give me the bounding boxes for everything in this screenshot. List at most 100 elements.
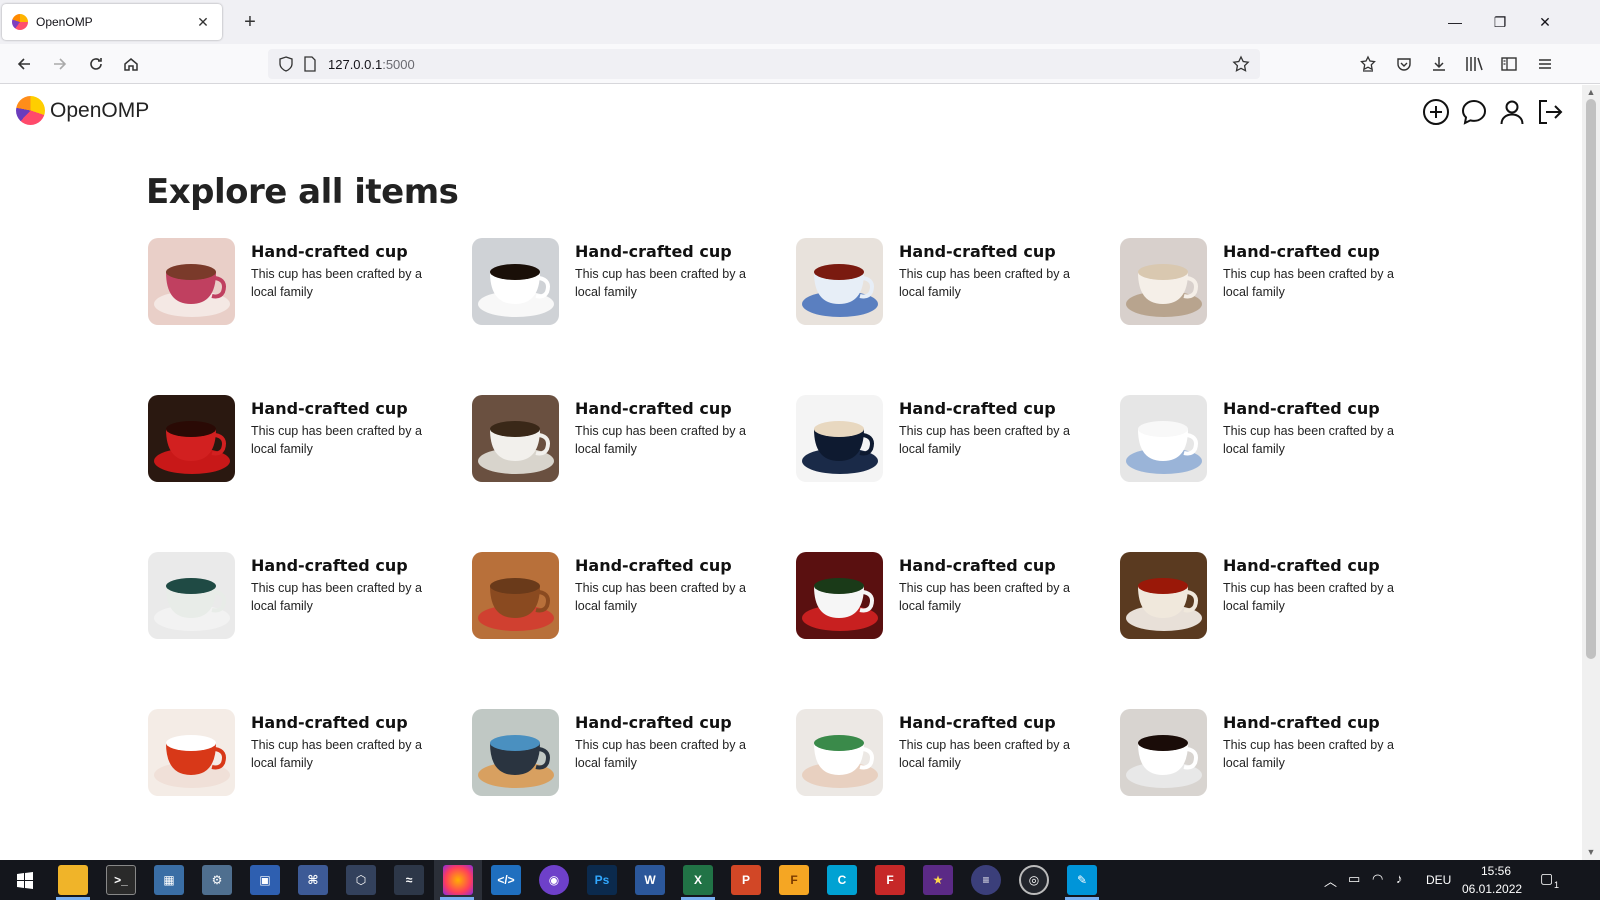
item-title[interactable]: Hand-crafted cup	[1223, 713, 1380, 732]
item-title[interactable]: Hand-crafted cup	[1223, 556, 1380, 575]
item-card[interactable]: Hand-crafted cup This cup has been crafte…	[796, 395, 1096, 485]
eclipse-icon[interactable]: ≡	[971, 865, 1001, 895]
language-indicator[interactable]: DEU	[1426, 873, 1451, 887]
star-app-icon[interactable]: ★	[923, 865, 953, 895]
item-image[interactable]	[796, 709, 883, 796]
item-image[interactable]	[1120, 552, 1207, 639]
minimize-icon[interactable]: —	[1435, 8, 1475, 36]
user-icon[interactable]	[1497, 97, 1527, 127]
tray-expand-icon[interactable]: ︿	[1324, 871, 1337, 890]
item-image[interactable]	[148, 395, 235, 482]
sidebar-icon[interactable]	[1495, 50, 1523, 78]
vscode-icon[interactable]: </>	[491, 865, 521, 895]
foxit-icon[interactable]: F	[875, 865, 905, 895]
item-image[interactable]	[796, 238, 883, 325]
chat-bubble-icon[interactable]	[1459, 97, 1489, 127]
item-image[interactable]	[472, 552, 559, 639]
restore-icon[interactable]: ❐	[1480, 8, 1520, 36]
file-explorer-icon[interactable]	[58, 865, 88, 895]
item-title[interactable]: Hand-crafted cup	[899, 399, 1056, 418]
home-icon[interactable]	[117, 50, 145, 78]
item-image[interactable]	[472, 238, 559, 325]
item-image[interactable]	[1120, 238, 1207, 325]
powerpoint-icon[interactable]: P	[731, 865, 761, 895]
item-card[interactable]: Hand-crafted cup This cup has been crafte…	[472, 552, 772, 642]
scrollbar[interactable]: ▲ ▼	[1582, 85, 1600, 860]
item-image[interactable]	[148, 709, 235, 796]
menu-icon[interactable]	[1531, 50, 1559, 78]
item-card[interactable]: Hand-crafted cup This cup has been crafte…	[148, 552, 448, 642]
item-image[interactable]	[1120, 709, 1207, 796]
item-card[interactable]: Hand-crafted cup This cup has been crafte…	[472, 238, 772, 328]
item-card[interactable]: Hand-crafted cup This cup has been crafte…	[796, 552, 1096, 642]
item-image[interactable]	[472, 395, 559, 482]
item-title[interactable]: Hand-crafted cup	[899, 713, 1056, 732]
wifi-icon[interactable]: ◠	[1372, 871, 1383, 887]
item-card[interactable]: Hand-crafted cup This cup has been crafte…	[796, 238, 1096, 328]
item-card[interactable]: Hand-crafted cup This cup has been crafte…	[796, 709, 1096, 799]
remote-desktop-icon[interactable]: ▣	[250, 865, 280, 895]
clock-time[interactable]: 15:56	[1481, 864, 1511, 878]
browser-tab[interactable]: OpenOMP ✕	[2, 4, 222, 40]
terminal-icon[interactable]: >_	[106, 865, 136, 895]
item-card[interactable]: Hand-crafted cup This cup has been crafte…	[472, 395, 772, 485]
item-card[interactable]: Hand-crafted cup This cup has been crafte…	[1120, 552, 1420, 642]
item-title[interactable]: Hand-crafted cup	[251, 242, 408, 261]
photoshop-icon[interactable]: Ps	[587, 865, 617, 895]
item-card[interactable]: Hand-crafted cup This cup has been crafte…	[1120, 238, 1420, 328]
forward-icon[interactable]	[46, 50, 74, 78]
obs-icon[interactable]: ◎	[1019, 865, 1049, 895]
battery-icon[interactable]: ▭	[1348, 871, 1360, 887]
item-image[interactable]	[796, 552, 883, 639]
excel-icon[interactable]: X	[683, 865, 713, 895]
item-title[interactable]: Hand-crafted cup	[1223, 399, 1380, 418]
item-title[interactable]: Hand-crafted cup	[575, 556, 732, 575]
clock-date[interactable]: 06.01.2022	[1462, 882, 1522, 896]
item-title[interactable]: Hand-crafted cup	[575, 242, 732, 261]
bookmark-star-icon[interactable]	[1232, 55, 1250, 78]
ccleaner-icon[interactable]: C	[827, 865, 857, 895]
item-title[interactable]: Hand-crafted cup	[575, 713, 732, 732]
item-card[interactable]: Hand-crafted cup This cup has been crafte…	[148, 238, 448, 328]
brand-logo[interactable]: OpenOMP	[16, 96, 149, 125]
scroll-thumb[interactable]	[1586, 99, 1596, 659]
close-tab-icon[interactable]: ✕	[194, 14, 212, 31]
new-tab-button[interactable]: +	[236, 8, 264, 36]
item-title[interactable]: Hand-crafted cup	[251, 556, 408, 575]
shield-icon[interactable]	[278, 56, 294, 77]
network-icon[interactable]: ⌘	[298, 865, 328, 895]
reload-icon[interactable]	[82, 50, 110, 78]
wireshark-icon[interactable]: ≈	[394, 865, 424, 895]
paint-icon[interactable]: ✎	[1067, 865, 1097, 895]
item-title[interactable]: Hand-crafted cup	[1223, 242, 1380, 261]
synced-star-icon[interactable]	[1354, 50, 1382, 78]
item-image[interactable]	[796, 395, 883, 482]
page-icon[interactable]	[303, 56, 317, 77]
pocket-icon[interactable]	[1390, 50, 1418, 78]
github-desktop-icon[interactable]: ◉	[539, 865, 569, 895]
item-title[interactable]: Hand-crafted cup	[899, 556, 1056, 575]
item-card[interactable]: Hand-crafted cup This cup has been crafte…	[148, 709, 448, 799]
notification-icon[interactable]: ▢	[1540, 870, 1553, 887]
window-close-icon[interactable]: ✕	[1525, 8, 1565, 36]
item-card[interactable]: Hand-crafted cup This cup has been crafte…	[1120, 395, 1420, 485]
windows-start-icon[interactable]	[10, 865, 40, 895]
firefox-icon[interactable]	[443, 865, 473, 895]
item-image[interactable]	[148, 552, 235, 639]
item-card[interactable]: Hand-crafted cup This cup has been crafte…	[148, 395, 448, 485]
network-tool-icon[interactable]: ⚙	[202, 865, 232, 895]
add-circle-icon[interactable]	[1421, 97, 1451, 127]
item-title[interactable]: Hand-crafted cup	[575, 399, 732, 418]
item-card[interactable]: Hand-crafted cup This cup has been crafte…	[472, 709, 772, 799]
virtualbox-icon[interactable]: ⬡	[346, 865, 376, 895]
library-icon[interactable]	[1460, 50, 1488, 78]
item-title[interactable]: Hand-crafted cup	[251, 399, 408, 418]
filezilla-icon[interactable]: F	[779, 865, 809, 895]
item-image[interactable]	[1120, 395, 1207, 482]
item-title[interactable]: Hand-crafted cup	[251, 713, 408, 732]
volume-icon[interactable]: ♪	[1396, 871, 1403, 886]
item-card[interactable]: Hand-crafted cup This cup has been crafte…	[1120, 709, 1420, 799]
back-icon[interactable]	[10, 50, 38, 78]
item-title[interactable]: Hand-crafted cup	[899, 242, 1056, 261]
scroll-up-icon[interactable]: ▲	[1586, 87, 1596, 97]
